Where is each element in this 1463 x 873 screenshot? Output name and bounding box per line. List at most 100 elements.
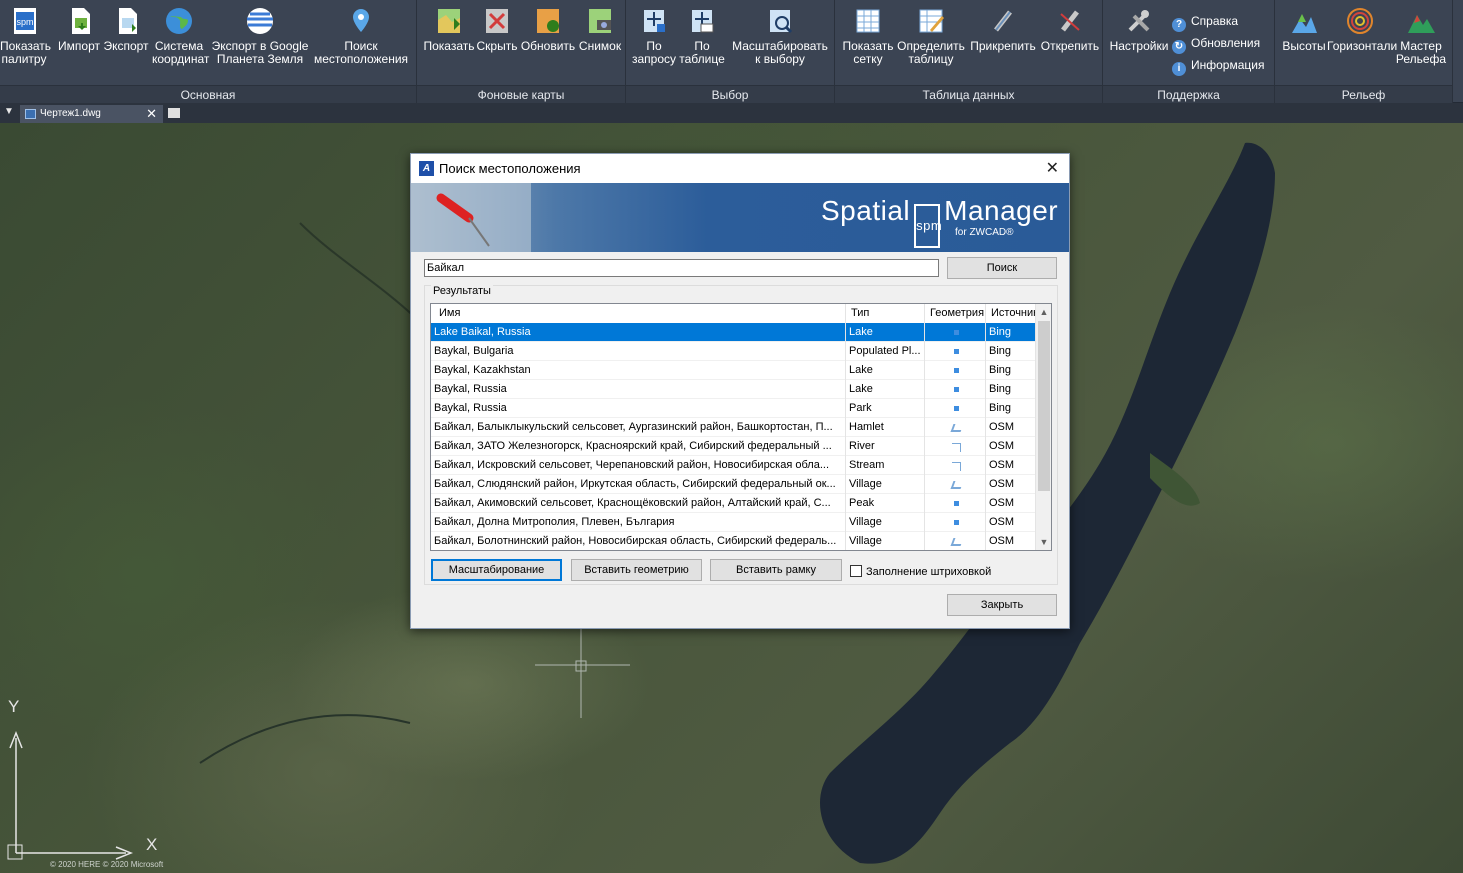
show-palette-button[interactable]: spm Показать палитру xyxy=(0,6,51,66)
table-row[interactable]: Baykal, Russia Lake Bing xyxy=(431,380,1036,399)
locate-button[interactable]: Поиск местоположения xyxy=(312,6,410,66)
panel-datatable: Показать сетку Определить таблицу Прикре… xyxy=(835,0,1103,103)
checkbox-box[interactable] xyxy=(850,565,862,577)
results-table[interactable]: Имя Тип Геометрия Источник Lake Baikal, … xyxy=(430,303,1052,551)
table-row[interactable]: Baykal, Russia Park Bing xyxy=(431,399,1036,418)
import-button[interactable]: Импорт xyxy=(56,6,102,53)
google-export-button[interactable]: Экспорт в Google Планета Земля xyxy=(210,6,310,66)
crosshair-cursor xyxy=(535,628,630,718)
cell-type: Park xyxy=(846,399,925,418)
table-row[interactable]: Байкал, Акимовский сельсовет, Краснощёко… xyxy=(431,494,1036,513)
select-by-query-button[interactable]: По запросу xyxy=(630,6,678,66)
refresh-map-button[interactable]: Обновить xyxy=(519,6,577,53)
scroll-up-icon[interactable]: ▲ xyxy=(1036,304,1051,320)
cell-source: OSM xyxy=(986,513,1036,532)
point-geometry-icon xyxy=(954,520,959,525)
col-name-header[interactable]: Имя xyxy=(431,304,846,323)
help-icon: ? xyxy=(1172,18,1186,32)
col-type-header[interactable]: Тип xyxy=(846,304,925,323)
line-geometry-icon xyxy=(952,462,961,471)
pushpin-icon xyxy=(411,183,531,252)
define-table-button[interactable]: Определить таблицу xyxy=(897,6,965,66)
show-map-button[interactable]: Показать xyxy=(423,6,475,53)
detach-button[interactable]: Открепить xyxy=(1039,6,1101,53)
table-row[interactable]: Baykal, Kazakhstan Lake Bing xyxy=(431,361,1036,380)
updates-label: Обновления xyxy=(1191,36,1261,50)
zoom-to-selection-button[interactable]: Масштабировать к выбору xyxy=(728,6,832,66)
table-row[interactable]: Lake Baikal, Russia Lake Bing xyxy=(431,323,1036,342)
spm-app-icon: A xyxy=(419,161,434,176)
cell-geometry xyxy=(925,323,986,342)
help-label: Справка xyxy=(1191,14,1239,28)
map-hide-icon xyxy=(486,9,508,33)
cell-name: Lake Baikal, Russia xyxy=(431,323,846,342)
snapshot-button[interactable]: Снимок xyxy=(577,6,623,53)
relief-wizard-icon xyxy=(1408,15,1435,33)
crs-button[interactable]: Система координат xyxy=(152,6,210,66)
col-source-header[interactable]: Источник xyxy=(986,304,1036,323)
close-tab-icon[interactable]: ✕ xyxy=(146,105,157,123)
heights-button[interactable]: Высоты xyxy=(1279,6,1329,53)
cell-geometry xyxy=(925,437,986,456)
export-label: Экспорт xyxy=(103,39,149,53)
search-button[interactable]: Поиск xyxy=(947,257,1057,279)
refresh-map-label: Обновить xyxy=(520,39,576,53)
dwg-file-icon xyxy=(25,109,36,119)
cell-source: Bing xyxy=(986,342,1036,361)
show-grid-button[interactable]: Показать сетку xyxy=(839,6,897,66)
table-row[interactable]: Байкал, Искровский сельсовет, Черепановс… xyxy=(431,456,1036,475)
cell-type: River xyxy=(846,437,925,456)
table-row[interactable]: Байкал, Долна Митрополия, Плевен, Българ… xyxy=(431,513,1036,532)
export-button[interactable]: Экспорт xyxy=(102,6,150,53)
panel-relief: Высоты Горизонтали Мастер Рельефа Рельеф xyxy=(1275,0,1453,103)
locate-label: Поиск местоположения xyxy=(313,39,409,66)
hide-map-button[interactable]: Скрыть xyxy=(475,6,519,53)
cell-type: Peak xyxy=(846,494,925,513)
relief-wizard-button[interactable]: Мастер Рельефа xyxy=(1393,6,1449,66)
crs-label: Система координат xyxy=(152,39,210,66)
updates-button[interactable]: ↻ Обновления xyxy=(1172,34,1261,54)
globe-icon xyxy=(166,8,192,34)
new-tab-icon[interactable] xyxy=(168,108,180,118)
zoom-button[interactable]: Масштабирование xyxy=(431,559,562,581)
river-line xyxy=(199,714,411,764)
ucs-y-label: Y xyxy=(8,697,20,716)
panel-relief-title: Рельеф xyxy=(1275,85,1452,103)
results-scrollbar[interactable]: ▲ ▼ xyxy=(1036,304,1051,550)
scroll-thumb[interactable] xyxy=(1038,321,1050,491)
select-by-table-button[interactable]: По таблице xyxy=(678,6,726,66)
cell-source: Bing xyxy=(986,380,1036,399)
table-row[interactable]: Байкал, Слюдянский район, Иркутская обла… xyxy=(431,475,1036,494)
settings-button[interactable]: Настройки xyxy=(1107,6,1171,53)
brand-sub: for ZWCAD® xyxy=(955,227,1014,238)
contours-icon xyxy=(1347,8,1373,34)
hatch-fill-checkbox[interactable]: Заполнение штриховкой xyxy=(850,565,991,579)
cell-type: Populated Pl... xyxy=(846,342,925,361)
cell-geometry xyxy=(925,532,986,550)
ribbon: spm Показать палитру Импорт Экспорт Сист… xyxy=(0,0,1463,103)
scroll-down-icon[interactable]: ▼ xyxy=(1036,534,1051,550)
close-icon[interactable]: ✕ xyxy=(1046,154,1059,183)
tabs-menu-icon[interactable]: ▼ xyxy=(4,106,14,117)
contours-button[interactable]: Горизонтали xyxy=(1327,6,1397,53)
tab-drawing[interactable]: Чертеж1.dwg ✕ xyxy=(20,105,163,123)
cell-name: Байкал, Балыклыкульский сельсовет, Аурга… xyxy=(431,418,846,437)
cell-name: Baykal, Russia xyxy=(431,380,846,399)
panel-datatable-title: Таблица данных xyxy=(835,85,1102,103)
insert-frame-button[interactable]: Вставить рамку xyxy=(710,559,842,581)
help-button[interactable]: ? Справка xyxy=(1172,12,1239,32)
svg-text:spm: spm xyxy=(16,17,33,27)
table-row[interactable]: Байкал, ЗАТО Железногорск, Красноярский … xyxy=(431,437,1036,456)
panel-background: Показать Скрыть Обновить Снимок Фоновые … xyxy=(417,0,626,103)
info-button[interactable]: i Информация xyxy=(1172,56,1264,76)
table-row[interactable]: Байкал, Балыклыкульский сельсовет, Аурга… xyxy=(431,418,1036,437)
contours-label: Горизонтали xyxy=(1327,39,1398,53)
col-geometry-header[interactable]: Геометрия xyxy=(925,304,986,323)
table-row[interactable]: Baykal, Bulgaria Populated Pl... Bing xyxy=(431,342,1036,361)
attach-button[interactable]: Прикрепить xyxy=(967,6,1039,53)
close-button[interactable]: Закрыть xyxy=(947,594,1057,616)
search-input[interactable]: Байкал xyxy=(424,259,939,277)
table-row[interactable]: Байкал, Болотнинский район, Новосибирска… xyxy=(431,532,1036,550)
insert-geometry-button[interactable]: Вставить геометрию xyxy=(571,559,702,581)
cell-name: Baykal, Bulgaria xyxy=(431,342,846,361)
